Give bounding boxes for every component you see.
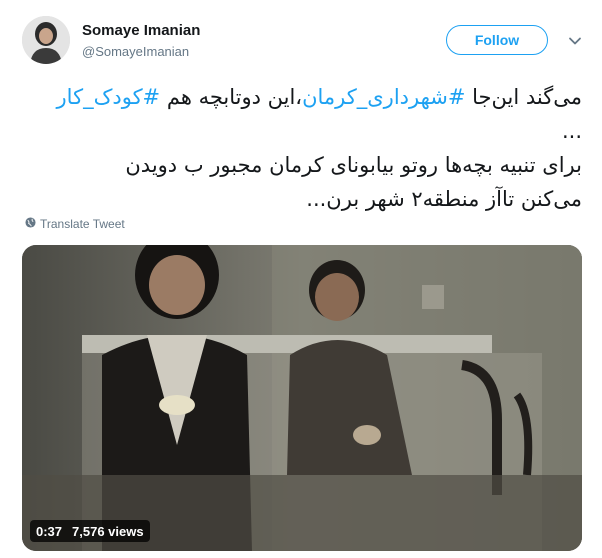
- hashtag-link[interactable]: #شهرداری_کرمان: [302, 85, 465, 109]
- author-handle[interactable]: @SomayeImanian: [82, 44, 189, 59]
- video-views: 7,576 views: [72, 523, 144, 539]
- tweet-header: Somaye Imanian @SomayeImanian Follow: [22, 16, 590, 68]
- video-duration: 0:37: [36, 523, 63, 539]
- video-frame: [22, 245, 582, 551]
- translate-tweet-link[interactable]: Translate Tweet: [25, 217, 125, 231]
- chevron-down-icon[interactable]: [568, 34, 582, 48]
- tweet-line-3: برای تنبیه بچه‌ها روتو بیابونای کرمان مج…: [125, 153, 582, 177]
- tweet-line-4: می‌کنن تاآز منطقه۲ شهر برن...: [306, 187, 582, 211]
- tweet-text-segment: می‌گند این‌جا: [465, 85, 582, 109]
- tweet-text-segment: ،این دوتابچه هم: [160, 85, 303, 109]
- avatar[interactable]: [22, 16, 70, 64]
- tweet-line-1: می‌گند این‌جا #شهرداری_کرمان،این دوتابچه…: [22, 80, 582, 114]
- tweet-line-2: ...: [561, 119, 582, 143]
- author-name[interactable]: Somaye Imanian: [82, 22, 200, 39]
- translate-label: Translate Tweet: [40, 217, 125, 231]
- follow-button[interactable]: Follow: [446, 25, 548, 55]
- hashtag-link[interactable]: #کودک_کار: [57, 85, 161, 109]
- globe-icon: [25, 217, 36, 231]
- video-player[interactable]: 0:37 7,576 views: [22, 245, 582, 551]
- tweet-text: می‌گند این‌جا #شهرداری_کرمان،این دوتابچه…: [22, 80, 582, 216]
- video-info-badge: 0:37 7,576 views: [30, 520, 150, 542]
